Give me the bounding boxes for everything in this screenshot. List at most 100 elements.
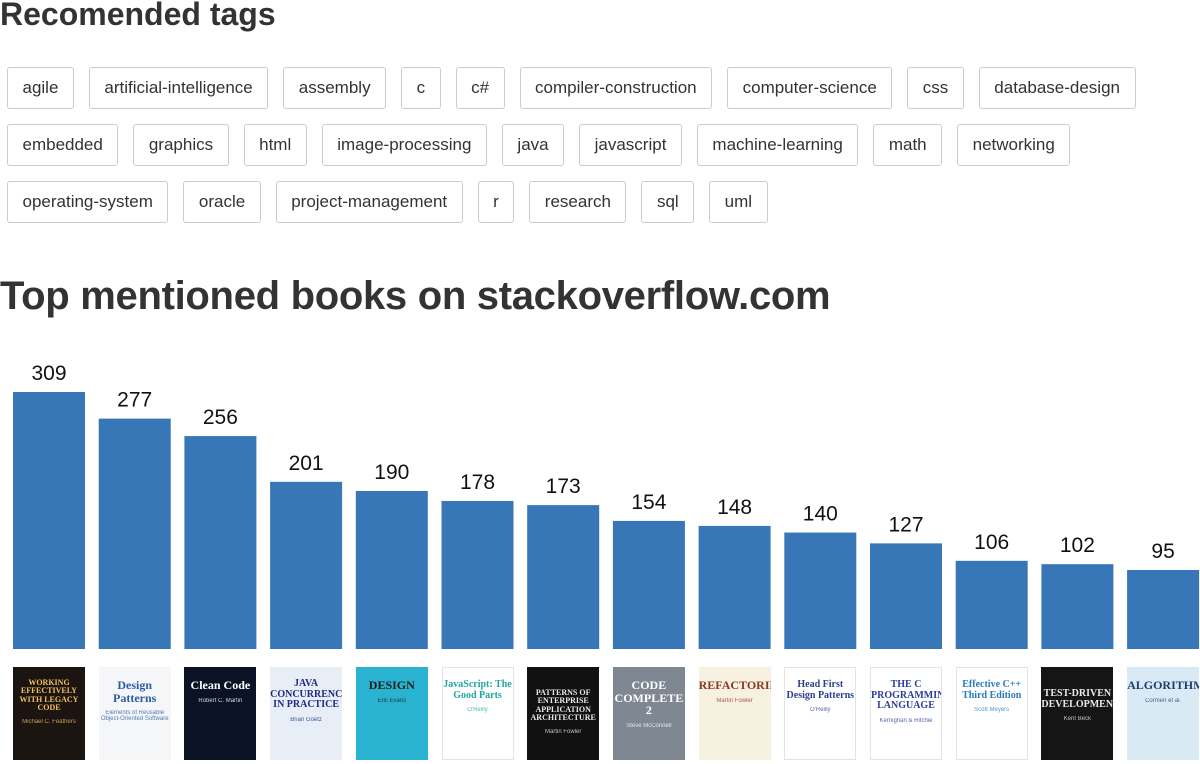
bar-value-label: 256 xyxy=(203,406,238,429)
book-cover[interactable]: REFACTORING Martin Fowler xyxy=(698,667,771,760)
book-cover-author: Steve McConnell xyxy=(626,722,672,729)
tag-assembly[interactable]: assembly xyxy=(283,67,387,109)
bar[interactable] xyxy=(870,543,942,649)
tag-row: agile artificial-intelligence assembly c c# c… xyxy=(7,67,1197,109)
book-cover[interactable]: ALGORITHMS Cormen et al. xyxy=(1127,667,1200,760)
book-cover-author: Scott Meyers xyxy=(974,707,1010,713)
book-cover-title: Clean Code xyxy=(190,678,251,692)
book-cover-author: Brian Goetz xyxy=(290,716,322,723)
book-cover[interactable]: JavaScript: The Good Parts O'Reilly xyxy=(441,667,514,760)
bar-value-label: 127 xyxy=(888,513,923,536)
book-cover-author: Robert C. Martin xyxy=(198,697,243,704)
bar[interactable] xyxy=(13,392,85,649)
bar-value-label: 201 xyxy=(289,452,324,475)
tag-graphics[interactable]: graphics xyxy=(133,124,229,166)
tag-row: operating-system oracle project-management… xyxy=(7,181,1197,223)
bar-value-label: 95 xyxy=(1151,540,1174,563)
book-cover-title: WORKING EFFECTIVELY WITH LEGACY CODE xyxy=(19,678,79,713)
tag-artificial-intelligence[interactable]: artificial-intelligence xyxy=(88,67,269,109)
tag-embedded[interactable]: embedded xyxy=(7,124,119,166)
book-cover-title: PATTERNS OF ENTERPRISE APPLICATION ARCHI… xyxy=(530,688,596,723)
bar-value-label: 178 xyxy=(460,471,495,494)
book-cover-title: DESIGN xyxy=(368,678,415,692)
tag-project-management[interactable]: project-management xyxy=(275,181,463,223)
bar[interactable] xyxy=(612,520,685,649)
book-cover-author: Kent Beck xyxy=(1063,716,1092,722)
book-cover[interactable]: THE C PROGRAMMING LANGUAGE Kernighan & Ri… xyxy=(870,667,942,760)
tag-math[interactable]: math xyxy=(873,124,943,166)
book-cover-author: O'Reilly xyxy=(810,707,831,713)
tag-computer-science[interactable]: computer-science xyxy=(727,67,893,109)
bar-value-label: 106 xyxy=(974,531,1009,554)
bar[interactable] xyxy=(527,505,600,649)
book-cover[interactable]: JAVA CONCURRENCY IN PRACTICE Brian Goetz xyxy=(270,667,343,760)
bar-value-label: 102 xyxy=(1060,534,1095,557)
tag-image-processing[interactable]: image-processing xyxy=(321,124,487,166)
tag-compiler-construction[interactable]: compiler-construction xyxy=(519,67,713,109)
book-cover[interactable]: WORKING EFFECTIVELY WITH LEGACY CODE Mich… xyxy=(13,667,85,760)
bar-value-label: 190 xyxy=(374,461,409,484)
book-cover[interactable]: Effective C++ Third Edition Scott Meyers xyxy=(955,667,1028,760)
tag-java[interactable]: java xyxy=(501,124,565,166)
book-cover-title: THE C PROGRAMMING LANGUAGE xyxy=(871,679,941,711)
book-cover-title: Head First Design Patterns xyxy=(786,679,855,701)
book-cover[interactable]: Design Patterns Elements of Reusable Obje… xyxy=(98,667,171,760)
tag-c[interactable]: c xyxy=(401,67,441,109)
bar[interactable] xyxy=(270,481,343,649)
book-cover[interactable]: DESIGN Eric Evans xyxy=(355,667,428,760)
bar[interactable] xyxy=(355,490,428,649)
tag-agile[interactable]: agile xyxy=(7,67,74,109)
book-cover-author: Cormen et al. xyxy=(1145,697,1182,704)
book-cover-author: Michael C. Feathers xyxy=(22,718,76,725)
book-cover-title: JavaScript: The Good Parts xyxy=(443,679,512,701)
book-cover-author: Eric Evans xyxy=(377,697,407,704)
book-cover-title: REFACTORING xyxy=(698,678,771,692)
bar-value-label: 277 xyxy=(117,389,152,412)
tag-html[interactable]: html xyxy=(243,124,307,166)
tag-row: embedded graphics html image-processing java… xyxy=(7,124,1197,166)
tag-uml[interactable]: uml xyxy=(709,181,768,223)
tag-r[interactable]: r xyxy=(477,181,515,223)
tag-networking[interactable]: networking xyxy=(957,124,1071,166)
tag-oracle[interactable]: oracle xyxy=(183,181,261,223)
tag-cloud: agile artificial-intelligence assembly c c# c… xyxy=(7,67,1197,238)
bar[interactable] xyxy=(1127,569,1200,649)
book-cover[interactable]: CODE COMPLETE 2 Steve McConnell xyxy=(612,667,685,760)
book-cover-author: O'Reilly xyxy=(467,707,488,713)
tag-machine-learning[interactable]: machine-learning xyxy=(696,124,859,166)
tag-c-sharp[interactable]: c# xyxy=(455,67,505,109)
bar[interactable] xyxy=(1041,564,1114,649)
bar[interactable] xyxy=(784,532,857,649)
book-cover[interactable]: Clean Code Robert C. Martin xyxy=(184,667,257,760)
bar-value-label: 140 xyxy=(803,503,838,526)
book-cover[interactable]: Head First Design Patterns O'Reilly xyxy=(784,667,857,760)
tag-database-design[interactable]: database-design xyxy=(978,67,1136,109)
bar[interactable] xyxy=(955,560,1028,649)
book-cover-title: JAVA CONCURRENCY IN PRACTICE xyxy=(270,678,343,710)
bar[interactable] xyxy=(98,418,171,649)
book-cover-author: Elements of Reusable Object-Oriented Sof… xyxy=(100,710,169,723)
tags-section-title: Recomended tags xyxy=(0,0,276,32)
book-cover-title: TEST-DRIVEN DEVELOPMENT xyxy=(1041,688,1114,710)
book-cover-author: Kernighan & Ritchie xyxy=(879,717,933,724)
bar[interactable] xyxy=(698,525,771,649)
bar-value-label: 148 xyxy=(717,496,752,519)
book-cover-author: Martin Fowler xyxy=(716,697,753,704)
book-cover-title: ALGORITHMS xyxy=(1127,678,1200,692)
tag-operating-system[interactable]: operating-system xyxy=(7,181,169,223)
book-cover-title: CODE COMPLETE 2 xyxy=(614,678,684,718)
tag-sql[interactable]: sql xyxy=(641,181,695,223)
bar[interactable] xyxy=(184,436,257,649)
tag-javascript[interactable]: javascript xyxy=(579,124,682,166)
tag-css[interactable]: css xyxy=(907,67,964,109)
book-cover-title: Design Patterns xyxy=(113,678,157,705)
book-cover-author: Martin Fowler xyxy=(545,728,582,735)
book-cover[interactable]: PATTERNS OF ENTERPRISE APPLICATION ARCHI… xyxy=(527,667,600,760)
book-cover-title: Effective C++ Third Edition xyxy=(962,679,1022,701)
bar-value-label: 309 xyxy=(31,362,66,385)
tag-research[interactable]: research xyxy=(529,181,627,223)
bar-value-label: 173 xyxy=(546,475,581,498)
chart-title: Top mentioned books on stackoverflow.com xyxy=(0,274,831,318)
bar[interactable] xyxy=(441,500,514,649)
book-cover[interactable]: TEST-DRIVEN DEVELOPMENT Kent Beck xyxy=(1041,667,1114,760)
